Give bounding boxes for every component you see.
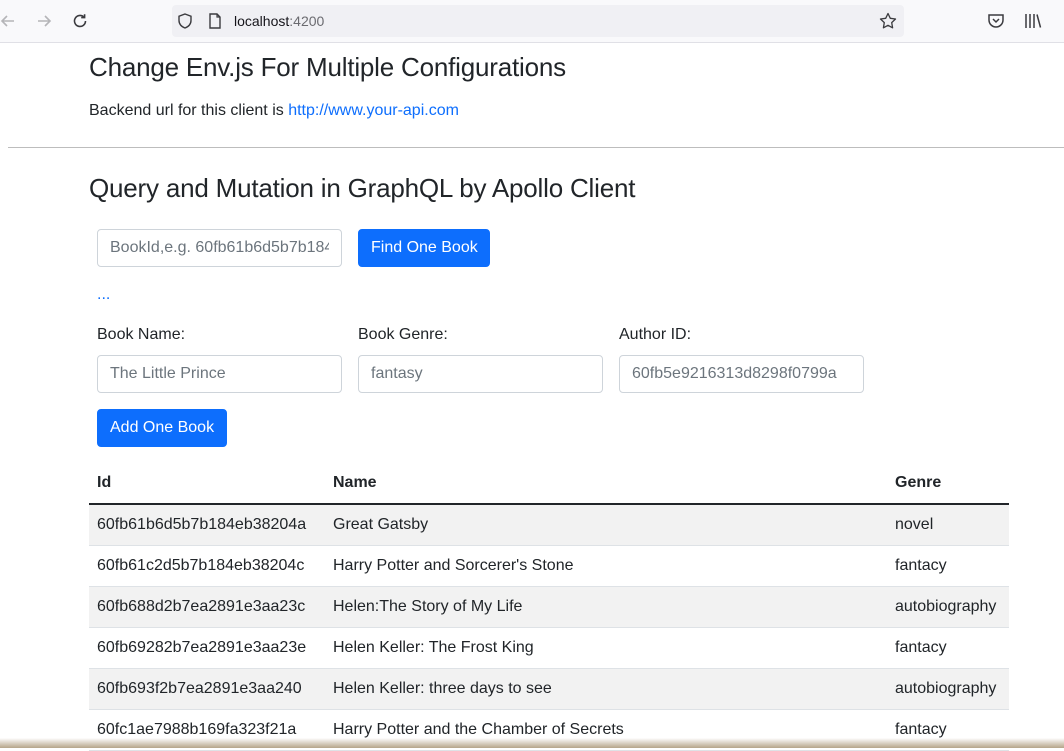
book-genre-input[interactable] <box>358 355 603 393</box>
column-header-genre: Genre <box>887 463 1009 505</box>
column-header-name: Name <box>325 463 887 505</box>
table-row: 60fb69282b7ea2891e3aa23e Helen Keller: T… <box>89 627 1009 669</box>
browser-toolbar: localhost:4200 <box>0 0 1064 43</box>
author-id-label: Author ID: <box>619 326 692 343</box>
page-icon[interactable] <box>206 12 224 30</box>
cell-name: Great Gatsby <box>325 504 887 546</box>
cell-id: 60fb688d2b7ea2891e3aa23c <box>89 586 325 628</box>
cell-id: 60fb69282b7ea2891e3aa23e <box>89 627 325 669</box>
table-row: 60fb61c2d5b7b184eb38204c Harry Potter an… <box>89 545 1009 587</box>
window-bottom-edge <box>0 738 1064 748</box>
table-row: 60fb61b6d5b7b184eb38204a Great Gatsby no… <box>89 504 1009 546</box>
backend-prefix: Backend url for this client is <box>89 102 289 119</box>
forward-arrow-icon[interactable] <box>32 9 56 33</box>
reload-icon[interactable] <box>68 9 92 33</box>
backend-url-link[interactable]: http://www.your-api.com <box>288 102 459 119</box>
cell-id: 60fb61b6d5b7b184eb38204a <box>89 504 325 546</box>
cell-genre: autobiography <box>887 668 1009 710</box>
library-icon[interactable] <box>1022 10 1044 32</box>
divider <box>8 147 1064 148</box>
cell-genre: novel <box>887 504 1009 546</box>
shield-icon[interactable] <box>176 12 194 30</box>
url-host: localhost <box>234 13 290 29</box>
book-name-label: Book Name: <box>97 326 186 343</box>
add-one-book-button[interactable]: Add One Book <box>97 409 227 447</box>
url-text[interactable]: localhost:4200 <box>234 13 324 29</box>
books-table: Id Name Genre 60fb61b6d5b7b184eb38204a G… <box>89 463 1009 751</box>
table-header-row: Id Name Genre <box>89 463 1009 505</box>
author-id-input[interactable] <box>619 355 864 393</box>
back-arrow-icon[interactable] <box>0 9 20 33</box>
cell-id: 60fb61c2d5b7b184eb38204c <box>89 545 325 587</box>
cell-name: Helen Keller: The Frost King <box>325 627 887 669</box>
cell-name: Harry Potter and Sorcerer's Stone <box>325 545 887 587</box>
book-name-input[interactable] <box>97 355 342 393</box>
cell-genre: fantacy <box>887 627 1009 669</box>
env-title: Change Env.js For Multiple Configuration… <box>89 52 566 82</box>
cell-genre: fantacy <box>887 545 1009 587</box>
find-one-book-button[interactable]: Find One Book <box>358 229 490 267</box>
cell-id: 60fb693f2b7ea2891e3aa240 <box>89 668 325 710</box>
cell-name: Helen Keller: three days to see <box>325 668 887 710</box>
url-bar[interactable]: localhost:4200 <box>172 5 904 37</box>
find-result-link[interactable]: ... <box>97 286 110 304</box>
column-header-id: Id <box>89 463 325 505</box>
url-port: :4200 <box>289 13 325 29</box>
table-row: 60fb693f2b7ea2891e3aa240 Helen Keller: t… <box>89 668 1009 710</box>
cell-genre: autobiography <box>887 586 1009 628</box>
book-genre-label: Book Genre: <box>358 326 448 343</box>
table-row: 60fb688d2b7ea2891e3aa23c Helen:The Story… <box>89 586 1009 628</box>
pocket-icon[interactable] <box>985 10 1007 32</box>
cell-name: Helen:The Story of My Life <box>325 586 887 628</box>
star-icon[interactable] <box>878 11 898 31</box>
backend-line: Backend url for this client is http://ww… <box>89 102 459 120</box>
graphql-title: Query and Mutation in GraphQL by Apollo … <box>89 173 636 203</box>
book-id-input[interactable] <box>97 229 342 267</box>
